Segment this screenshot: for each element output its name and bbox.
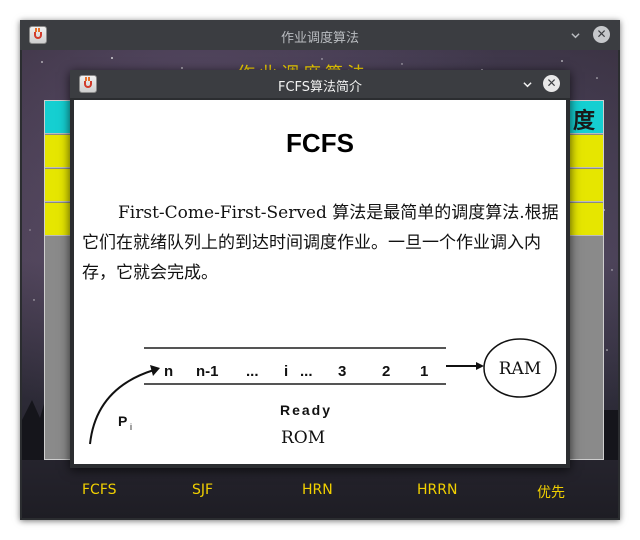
ready-label: Ready bbox=[280, 402, 332, 418]
close-icon[interactable]: ✕ bbox=[593, 26, 610, 43]
ram-label: RAM bbox=[499, 359, 541, 379]
main-window-title: 作业调度算法 bbox=[280, 31, 359, 46]
queue-item: 3 bbox=[338, 363, 346, 380]
algorithm-label[interactable]: FCFS bbox=[82, 482, 117, 498]
queue-item: ... bbox=[246, 363, 259, 380]
rom-label: ROM bbox=[281, 428, 325, 448]
algorithm-label[interactable]: 优先 bbox=[537, 482, 565, 502]
queue-item: i bbox=[284, 363, 288, 380]
dialog-title: FCFS算法简介 bbox=[277, 80, 363, 95]
close-icon[interactable]: ✕ bbox=[543, 75, 560, 92]
process-subscript: i bbox=[130, 422, 132, 432]
queue-item: 1 bbox=[420, 363, 428, 380]
arrow-head bbox=[476, 362, 484, 370]
dialog-body: FCFS First-Come-First-Served 算法是最简单的调度算法… bbox=[74, 100, 566, 464]
main-titlebar[interactable]: 作业调度算法 ✕ bbox=[20, 20, 620, 50]
fcfs-diagram: n n-1 ... i ... 3 2 1 RAM Ready ROM P i bbox=[89, 338, 557, 448]
chevron-down-icon[interactable] bbox=[523, 80, 532, 89]
algorithm-label[interactable]: HRRN bbox=[417, 482, 457, 498]
chevron-down-icon[interactable] bbox=[571, 31, 580, 40]
process-label: P bbox=[118, 413, 127, 429]
arrow-head bbox=[150, 365, 160, 376]
dialog-titlebar[interactable]: FCFS算法简介 ✕ bbox=[70, 70, 570, 98]
algorithm-label[interactable]: HRN bbox=[302, 482, 333, 498]
queue-item: ... bbox=[300, 363, 313, 380]
table-header-cell: 度 bbox=[572, 109, 595, 134]
algorithm-labels: FCFS SJF HRN HRRN 优先 bbox=[82, 482, 602, 502]
queue-item: n-1 bbox=[196, 363, 219, 380]
queue-item: n bbox=[164, 363, 173, 380]
algorithm-label[interactable]: SJF bbox=[192, 482, 213, 498]
process-arrow bbox=[89, 369, 155, 445]
fcfs-intro-dialog: FCFS算法简介 ✕ FCFS First-Come-First-Served … bbox=[70, 70, 570, 468]
queue-item: 2 bbox=[382, 363, 390, 380]
